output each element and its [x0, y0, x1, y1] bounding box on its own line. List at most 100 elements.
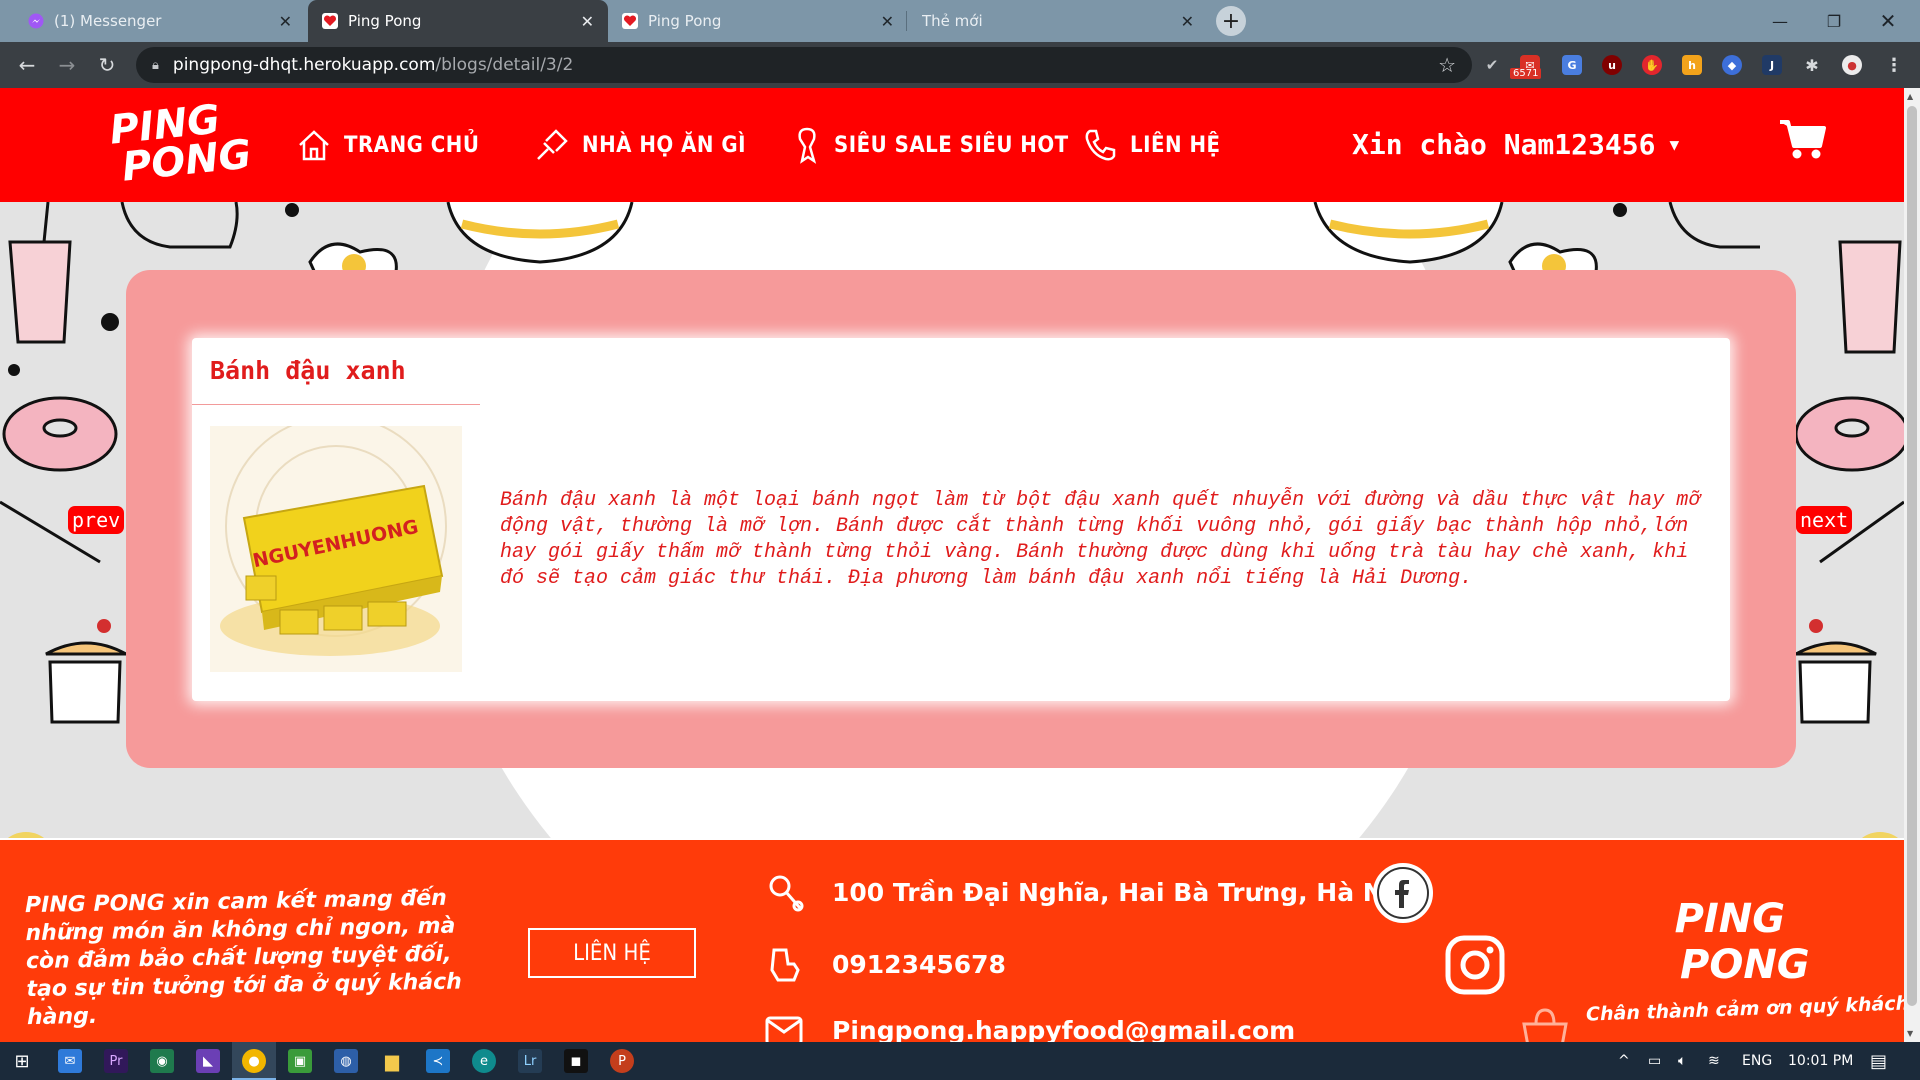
translate-extension-icon[interactable]: G [1562, 55, 1582, 75]
post-body: Bánh đậu xanh là một loại bánh ngọt làm … [500, 489, 1701, 590]
phone-icon [1085, 129, 1116, 161]
nav-label: SIÊU SALE SIÊU HOT [834, 132, 1069, 158]
reload-icon[interactable]: ↻ [92, 50, 122, 80]
hand-phone-icon [770, 948, 800, 982]
footer-phone-text: 0912345678 [832, 949, 1006, 979]
tab-ping-pong-active[interactable]: Ping Pong ✕ [308, 0, 608, 42]
puzzle-extensions-icon[interactable]: ✱ [1802, 55, 1822, 75]
cart-icon[interactable] [1780, 118, 1826, 164]
scroll-up-icon[interactable]: ▲ [1907, 92, 1913, 101]
tab-title: Thẻ mới [922, 12, 983, 30]
tab-messenger[interactable]: (1) Messenger ✕ [14, 0, 306, 42]
premiere-app-icon[interactable]: Pr [104, 1049, 128, 1073]
nav-label: TRANG CHỦ [344, 132, 480, 158]
android-studio-app-icon[interactable]: ▣ [288, 1049, 312, 1073]
wifi-icon[interactable]: ≋ [1708, 1042, 1720, 1080]
pycharm-app-icon[interactable]: ◼ [564, 1049, 588, 1073]
minimize-icon[interactable]: — [1752, 0, 1808, 42]
close-tab-icon[interactable]: ✕ [279, 12, 292, 31]
restore-icon[interactable]: ❐ [1806, 0, 1862, 42]
gitkraken-app-icon[interactable]: ◉ [150, 1049, 174, 1073]
close-window-icon[interactable]: ✕ [1860, 0, 1916, 42]
visual-studio-app-icon[interactable]: ◣ [196, 1049, 220, 1073]
footer-phone: 0912345678 [764, 944, 1006, 984]
stop-extension-icon[interactable]: ✋ [1642, 55, 1662, 75]
pin-icon [537, 129, 568, 160]
post-card-content: Bánh đậu xanh NGUYENHUONG Bánh đậu xanh … [192, 338, 1730, 701]
vpn-extension-icon[interactable]: ◆ [1722, 55, 1742, 75]
url-path: /blogs/detail/3/2 [435, 55, 574, 75]
prev-button[interactable]: prev [68, 506, 125, 534]
page-scrollbar[interactable]: ▲ ▼ [1904, 88, 1920, 1042]
next-button[interactable]: next [1796, 506, 1853, 534]
facebook-icon[interactable] [1372, 862, 1434, 924]
post-title: Bánh đậu xanh [210, 356, 406, 385]
mail-app-icon[interactable]: ✉ [58, 1049, 82, 1073]
j-extension-icon[interactable]: J [1762, 55, 1782, 75]
clock[interactable]: 10:01 PM [1788, 1042, 1853, 1080]
footer-logo-line-2: PONG [1680, 942, 1810, 988]
profile-avatar[interactable]: ● [1842, 55, 1862, 75]
site-header: PING PONG TRANG CHỦ NHÀ HỌ ĂN GÌ SIÊU SA… [0, 88, 1904, 202]
volume-icon[interactable]: 🔈︎ [1678, 1042, 1686, 1080]
nav-sieu-sale-sieu-hot[interactable]: SIÊU SALE SIÊU HOT [792, 120, 1069, 170]
battery-icon[interactable]: ▭ [1648, 1042, 1661, 1080]
site-logo[interactable]: PING PONG [80, 96, 253, 190]
address-bar[interactable]: 🔒︎ pingpong-dhqt.herokuapp.com/blogs/det… [136, 47, 1472, 83]
close-tab-icon[interactable]: ✕ [1181, 12, 1194, 31]
tab-new-tab[interactable]: Thẻ mới ✕ [908, 0, 1208, 42]
vscode-app-icon[interactable]: ≺ [426, 1049, 450, 1073]
file-explorer-icon[interactable]: ▆ [380, 1049, 404, 1073]
menu-kebab-icon[interactable]: ⋮ [1884, 55, 1904, 76]
edge-app-icon[interactable]: e [472, 1049, 496, 1073]
honey-extension-icon[interactable]: h [1682, 55, 1702, 75]
page-viewport: PING PONG TRANG CHỦ NHÀ HỌ ĂN GÌ SIÊU SA… [0, 88, 1904, 1042]
footer-email-text: Pingpong.happyfood@gmail.com [832, 1015, 1296, 1043]
footer-address: 100 Trần Đại Nghĩa, Hai Bà Trưng, Hà Nội [764, 872, 1409, 912]
gift-icon [798, 127, 817, 164]
tray-chevron-icon[interactable]: ^ [1618, 1042, 1630, 1080]
footer-logo: PING PONG [1650, 896, 1810, 988]
back-icon[interactable]: ← [12, 50, 42, 80]
nav-lien-he[interactable]: LIÊN HỆ [1082, 120, 1221, 170]
close-tab-icon[interactable]: ✕ [881, 12, 894, 31]
user-greeting-dropdown[interactable]: Xin chào Nam123456 ▼ [1352, 114, 1679, 174]
close-tab-icon[interactable]: ✕ [581, 12, 594, 31]
scrollbar-thumb[interactable] [1907, 106, 1917, 1006]
browser-toolbar: ← → ↻ 🔒︎ pingpong-dhqt.herokuapp.com/blo… [0, 42, 1920, 88]
chrome-app-icon[interactable]: ● [242, 1049, 266, 1073]
windows-start-icon[interactable]: ⊞ [10, 1049, 34, 1073]
nav-nha-ho-an-gi[interactable]: NHÀ HỌ ĂN GÌ [534, 120, 746, 170]
browser-tab-strip: (1) Messenger ✕ Ping Pong ✕ Ping Pong ✕ … [0, 0, 1920, 42]
checkmark-extension-icon[interactable]: ✔ [1482, 55, 1502, 75]
tab-separator [906, 11, 907, 31]
heart-icon [622, 13, 638, 29]
nav-trang-chu[interactable]: TRANG CHỦ [296, 120, 479, 170]
caret-down-icon: ▼ [1669, 134, 1680, 154]
bookmark-star-icon[interactable]: ☆ [1438, 53, 1456, 77]
instagram-icon[interactable] [1444, 934, 1506, 996]
new-tab-button[interactable]: + [1216, 6, 1246, 36]
forward-icon[interactable]: → [52, 50, 82, 80]
scroll-down-icon[interactable]: ▼ [1907, 1029, 1913, 1038]
tab-ping-pong[interactable]: Ping Pong ✕ [608, 0, 908, 42]
footer-contact-button[interactable]: LIÊN HỆ [528, 928, 696, 978]
lightroom-app-icon[interactable]: Lr [518, 1049, 542, 1073]
greeting-text: Xin chào Nam123456 [1352, 127, 1656, 161]
notifications-icon[interactable]: ▤ [1870, 1042, 1887, 1080]
tab-title: Ping Pong [348, 12, 422, 30]
tab-title: Ping Pong [648, 12, 722, 30]
ublock-extension-icon[interactable]: u [1602, 55, 1622, 75]
powerpoint-app-icon[interactable]: P [610, 1049, 634, 1073]
camera-app-icon[interactable]: ◍ [334, 1049, 358, 1073]
footer-thanks: Chân thành cảm ơn quý khách [1585, 992, 1904, 1026]
footer-tagline: PING PONG xin cam kết mang đến những món… [24, 885, 463, 1031]
lock-icon: 🔒︎ [152, 57, 159, 73]
language-indicator[interactable]: ENG [1742, 1042, 1772, 1080]
home-icon [299, 130, 329, 161]
footer-address-text: 100 Trần Đại Nghĩa, Hai Bà Trưng, Hà Nội [832, 877, 1410, 907]
site-footer: PING PONG xin cam kết mang đến những món… [0, 838, 1904, 1042]
footer-email: Pingpong.happyfood@gmail.com [764, 1010, 1295, 1042]
post-image: NGUYENHUONG [210, 415, 462, 672]
gmail-badge: 6571 [1510, 68, 1542, 79]
